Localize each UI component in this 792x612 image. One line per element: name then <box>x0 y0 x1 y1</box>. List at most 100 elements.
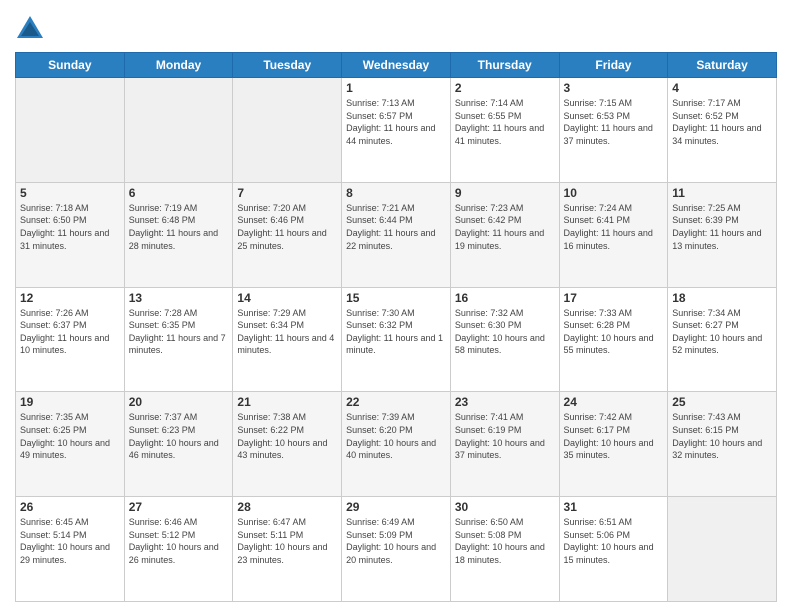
day-info: Sunrise: 7:14 AMSunset: 6:55 PMDaylight:… <box>455 97 555 147</box>
calendar-cell: 20 Sunrise: 7:37 AMSunset: 6:23 PMDayligh… <box>124 392 233 497</box>
day-number: 1 <box>346 81 446 95</box>
calendar-week-row: 19 Sunrise: 7:35 AMSunset: 6:25 PMDayligh… <box>16 392 777 497</box>
day-info: Sunrise: 7:23 AMSunset: 6:42 PMDaylight:… <box>455 202 555 252</box>
day-info: Sunrise: 7:26 AMSunset: 6:37 PMDaylight:… <box>20 307 120 357</box>
calendar-cell: 31 Sunrise: 6:51 AMSunset: 5:06 PMDayligh… <box>559 497 668 602</box>
day-number: 8 <box>346 186 446 200</box>
calendar-cell: 2 Sunrise: 7:14 AMSunset: 6:55 PMDaylight… <box>450 78 559 183</box>
day-number: 13 <box>129 291 229 305</box>
calendar-week-row: 26Sunrise: 6:45 AMSunset: 5:14 PMDayligh… <box>16 497 777 602</box>
day-number: 17 <box>564 291 664 305</box>
calendar-cell: 4 Sunrise: 7:17 AMSunset: 6:52 PMDaylight… <box>668 78 777 183</box>
day-info: Sunrise: 6:45 AMSunset: 5:14 PMDaylight:… <box>20 516 120 566</box>
weekday-header-row: SundayMondayTuesdayWednesdayThursdayFrid… <box>16 53 777 78</box>
day-info: Sunrise: 7:35 AMSunset: 6:25 PMDaylight:… <box>20 411 120 461</box>
weekday-header-friday: Friday <box>559 53 668 78</box>
day-info: Sunrise: 6:51 AMSunset: 5:06 PMDaylight:… <box>564 516 664 566</box>
calendar-week-row: 1 Sunrise: 7:13 AMSunset: 6:57 PMDaylight… <box>16 78 777 183</box>
calendar-week-row: 5 Sunrise: 7:18 AMSunset: 6:50 PMDaylight… <box>16 182 777 287</box>
day-info: Sunrise: 7:29 AMSunset: 6:34 PMDaylight:… <box>237 307 337 357</box>
logo-icon <box>15 14 45 44</box>
day-number: 2 <box>455 81 555 95</box>
day-info: Sunrise: 7:34 AMSunset: 6:27 PMDaylight:… <box>672 307 772 357</box>
calendar-cell: 17 Sunrise: 7:33 AMSunset: 6:28 PMDayligh… <box>559 287 668 392</box>
day-number: 23 <box>455 395 555 409</box>
calendar-cell: 10Sunrise: 7:24 AMSunset: 6:41 PMDayligh… <box>559 182 668 287</box>
calendar-cell: 12 Sunrise: 7:26 AMSunset: 6:37 PMDayligh… <box>16 287 125 392</box>
day-info: Sunrise: 7:18 AMSunset: 6:50 PMDaylight:… <box>20 202 120 252</box>
day-info: Sunrise: 7:19 AMSunset: 6:48 PMDaylight:… <box>129 202 229 252</box>
day-number: 19 <box>20 395 120 409</box>
day-info: Sunrise: 7:38 AMSunset: 6:22 PMDaylight:… <box>237 411 337 461</box>
calendar-cell <box>233 78 342 183</box>
day-info: Sunrise: 7:20 AMSunset: 6:46 PMDaylight:… <box>237 202 337 252</box>
day-info: Sunrise: 7:43 AMSunset: 6:15 PMDaylight:… <box>672 411 772 461</box>
calendar-cell: 14 Sunrise: 7:29 AMSunset: 6:34 PMDayligh… <box>233 287 342 392</box>
day-number: 14 <box>237 291 337 305</box>
day-info: Sunrise: 6:46 AMSunset: 5:12 PMDaylight:… <box>129 516 229 566</box>
day-number: 12 <box>20 291 120 305</box>
header <box>15 10 777 44</box>
weekday-header-wednesday: Wednesday <box>342 53 451 78</box>
day-number: 11 <box>672 186 772 200</box>
day-info: Sunrise: 7:30 AMSunset: 6:32 PMDaylight:… <box>346 307 446 357</box>
calendar-cell <box>16 78 125 183</box>
day-info: Sunrise: 7:37 AMSunset: 6:23 PMDaylight:… <box>129 411 229 461</box>
weekday-header-thursday: Thursday <box>450 53 559 78</box>
day-number: 16 <box>455 291 555 305</box>
day-info: Sunrise: 7:33 AMSunset: 6:28 PMDaylight:… <box>564 307 664 357</box>
day-number: 30 <box>455 500 555 514</box>
day-number: 31 <box>564 500 664 514</box>
logo <box>15 14 49 44</box>
day-info: Sunrise: 7:25 AMSunset: 6:39 PMDaylight:… <box>672 202 772 252</box>
day-info: Sunrise: 7:42 AMSunset: 6:17 PMDaylight:… <box>564 411 664 461</box>
day-info: Sunrise: 7:39 AMSunset: 6:20 PMDaylight:… <box>346 411 446 461</box>
calendar-table: SundayMondayTuesdayWednesdayThursdayFrid… <box>15 52 777 602</box>
calendar-cell: 11 Sunrise: 7:25 AMSunset: 6:39 PMDayligh… <box>668 182 777 287</box>
day-number: 29 <box>346 500 446 514</box>
calendar-cell <box>124 78 233 183</box>
calendar-cell: 6Sunrise: 7:19 AMSunset: 6:48 PMDaylight… <box>124 182 233 287</box>
day-number: 5 <box>20 186 120 200</box>
weekday-header-tuesday: Tuesday <box>233 53 342 78</box>
calendar-week-row: 12 Sunrise: 7:26 AMSunset: 6:37 PMDayligh… <box>16 287 777 392</box>
calendar-cell: 9 Sunrise: 7:23 AMSunset: 6:42 PMDaylight… <box>450 182 559 287</box>
calendar-cell: 27 Sunrise: 6:46 AMSunset: 5:12 PMDayligh… <box>124 497 233 602</box>
day-number: 28 <box>237 500 337 514</box>
day-number: 4 <box>672 81 772 95</box>
calendar-cell: 8 Sunrise: 7:21 AMSunset: 6:44 PMDaylight… <box>342 182 451 287</box>
weekday-header-saturday: Saturday <box>668 53 777 78</box>
weekday-header-monday: Monday <box>124 53 233 78</box>
day-number: 27 <box>129 500 229 514</box>
day-info: Sunrise: 7:13 AMSunset: 6:57 PMDaylight:… <box>346 97 446 147</box>
calendar-cell: 7 Sunrise: 7:20 AMSunset: 6:46 PMDaylight… <box>233 182 342 287</box>
calendar-cell: 30Sunrise: 6:50 AMSunset: 5:08 PMDayligh… <box>450 497 559 602</box>
calendar-cell: 22Sunrise: 7:39 AMSunset: 6:20 PMDayligh… <box>342 392 451 497</box>
day-info: Sunrise: 7:41 AMSunset: 6:19 PMDaylight:… <box>455 411 555 461</box>
day-number: 10 <box>564 186 664 200</box>
calendar-cell: 1 Sunrise: 7:13 AMSunset: 6:57 PMDaylight… <box>342 78 451 183</box>
calendar-cell: 23 Sunrise: 7:41 AMSunset: 6:19 PMDayligh… <box>450 392 559 497</box>
day-info: Sunrise: 7:15 AMSunset: 6:53 PMDaylight:… <box>564 97 664 147</box>
day-info: Sunrise: 6:47 AMSunset: 5:11 PMDaylight:… <box>237 516 337 566</box>
calendar-cell: 26Sunrise: 6:45 AMSunset: 5:14 PMDayligh… <box>16 497 125 602</box>
day-number: 3 <box>564 81 664 95</box>
day-info: Sunrise: 7:21 AMSunset: 6:44 PMDaylight:… <box>346 202 446 252</box>
day-number: 21 <box>237 395 337 409</box>
day-number: 20 <box>129 395 229 409</box>
day-number: 9 <box>455 186 555 200</box>
page: SundayMondayTuesdayWednesdayThursdayFrid… <box>0 0 792 612</box>
day-number: 24 <box>564 395 664 409</box>
day-number: 25 <box>672 395 772 409</box>
day-number: 18 <box>672 291 772 305</box>
day-info: Sunrise: 7:17 AMSunset: 6:52 PMDaylight:… <box>672 97 772 147</box>
calendar-cell: 18 Sunrise: 7:34 AMSunset: 6:27 PMDayligh… <box>668 287 777 392</box>
day-info: Sunrise: 7:28 AMSunset: 6:35 PMDaylight:… <box>129 307 229 357</box>
day-info: Sunrise: 7:32 AMSunset: 6:30 PMDaylight:… <box>455 307 555 357</box>
day-number: 7 <box>237 186 337 200</box>
calendar-cell: 29 Sunrise: 6:49 AMSunset: 5:09 PMDayligh… <box>342 497 451 602</box>
calendar-cell: 15 Sunrise: 7:30 AMSunset: 6:32 PMDayligh… <box>342 287 451 392</box>
day-number: 15 <box>346 291 446 305</box>
day-info: Sunrise: 6:49 AMSunset: 5:09 PMDaylight:… <box>346 516 446 566</box>
calendar-cell: 13 Sunrise: 7:28 AMSunset: 6:35 PMDayligh… <box>124 287 233 392</box>
